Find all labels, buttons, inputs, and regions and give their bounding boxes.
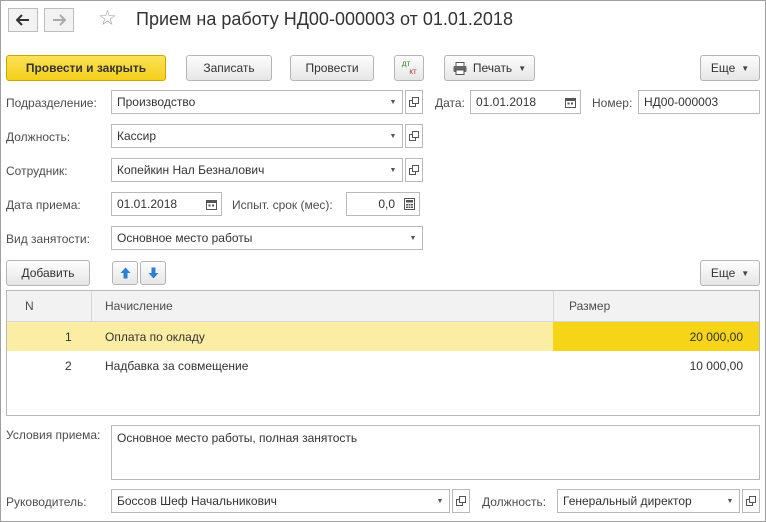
- column-divider: [553, 291, 554, 321]
- move-down-button[interactable]: [140, 261, 166, 285]
- arrow-down-icon: [148, 267, 158, 279]
- employment-select[interactable]: Основное место работы ▼: [111, 226, 423, 250]
- trial-label: Испыт. срок (мес):: [232, 198, 333, 212]
- date-label: Дата:: [435, 96, 465, 110]
- open-form-icon: [746, 496, 756, 506]
- post-button[interactable]: Провести: [290, 55, 374, 81]
- manager-label: Руководитель:: [6, 495, 87, 509]
- conditions-label: Условия приема:: [6, 428, 101, 442]
- manager-position-open-button[interactable]: [742, 489, 760, 513]
- open-form-icon: [409, 165, 419, 175]
- hire-date-value: 01.01.2018: [117, 197, 178, 211]
- employee-value: Копейкин Нал Безналович: [117, 163, 265, 177]
- manager-position-value: Генеральный директор: [563, 494, 692, 508]
- row-accrual: Оплата по окладу: [105, 330, 205, 344]
- table-more-button[interactable]: Еще ▼: [700, 260, 760, 286]
- table-row[interactable]: 1 Оплата по окладу 20 000,00: [7, 322, 759, 351]
- department-value: Производство: [117, 95, 196, 109]
- trial-field[interactable]: 0,0: [346, 192, 420, 216]
- date-field[interactable]: 01.01.2018: [470, 90, 581, 114]
- table-more-label: Еще: [710, 266, 736, 280]
- employee-open-button[interactable]: [405, 158, 423, 182]
- trial-value: 0,0: [378, 197, 395, 211]
- number-field[interactable]: НД00-000003: [638, 90, 760, 114]
- chevron-down-icon: ▼: [518, 63, 527, 73]
- department-open-button[interactable]: [405, 90, 423, 114]
- column-header-accrual[interactable]: Начисление: [105, 299, 173, 313]
- open-form-icon: [456, 496, 466, 506]
- employee-field[interactable]: Копейкин Нал Безналович ▼: [111, 158, 403, 182]
- column-divider: [91, 291, 92, 321]
- print-label: Печать: [472, 61, 513, 75]
- position-field[interactable]: Кассир ▼: [111, 124, 403, 148]
- position-value: Кассир: [117, 129, 157, 143]
- table-header: N Начисление Размер: [7, 291, 759, 322]
- calendar-icon[interactable]: [201, 193, 221, 215]
- employment-label: Вид занятости:: [6, 232, 90, 246]
- arrow-up-icon: [120, 267, 130, 279]
- calculator-icon[interactable]: [399, 193, 419, 215]
- row-amount: 20 000,00: [689, 330, 743, 344]
- table-row[interactable]: 2 Надбавка за совмещение 10 000,00: [7, 351, 759, 380]
- favorite-star-icon[interactable]: ☆: [98, 8, 117, 30]
- manager-field[interactable]: Боссов Шеф Начальникович ▼: [111, 489, 450, 513]
- chevron-down-icon[interactable]: ▼: [404, 227, 422, 249]
- move-up-button[interactable]: [112, 261, 138, 285]
- back-button[interactable]: [8, 8, 38, 32]
- accruals-table: N Начисление Размер 1 Оплата по окладу 2…: [6, 290, 760, 416]
- forward-button[interactable]: [44, 8, 74, 32]
- hire-date-label: Дата приема:: [6, 198, 81, 212]
- conditions-textarea[interactable]: Основное место работы, полная занятость: [111, 425, 760, 480]
- department-field[interactable]: Производство ▼: [111, 90, 403, 114]
- open-form-icon: [409, 97, 419, 107]
- column-header-amount[interactable]: Размер: [569, 299, 610, 313]
- chevron-down-icon[interactable]: ▼: [431, 490, 449, 512]
- number-label: Номер:: [592, 96, 633, 110]
- arrow-right-icon: [53, 14, 66, 26]
- hire-date-field[interactable]: 01.01.2018: [111, 192, 222, 216]
- open-form-icon: [409, 131, 419, 141]
- chevron-down-icon[interactable]: ▼: [384, 125, 402, 147]
- department-label: Подразделение:: [6, 96, 97, 110]
- date-value: 01.01.2018: [476, 95, 537, 109]
- arrow-left-icon: [16, 14, 29, 26]
- chevron-down-icon: ▼: [741, 268, 750, 278]
- manager-position-field[interactable]: Генеральный директор ▼: [557, 489, 740, 513]
- chevron-down-icon[interactable]: ▼: [721, 490, 739, 512]
- dt-kt-button[interactable]: дт кт: [394, 55, 424, 81]
- more-button[interactable]: Еще ▼: [700, 55, 760, 81]
- conditions-value: Основное место работы, полная занятость: [117, 431, 358, 445]
- page-title: Прием на работу НД00-000003 от 01.01.201…: [136, 9, 513, 29]
- save-button[interactable]: Записать: [186, 55, 272, 81]
- calendar-icon[interactable]: [560, 91, 580, 113]
- kt-label: кт: [409, 67, 417, 76]
- more-label: Еще: [710, 61, 736, 75]
- chevron-down-icon[interactable]: ▼: [384, 159, 402, 181]
- row-amount: 10 000,00: [689, 359, 743, 373]
- chevron-down-icon: ▼: [741, 63, 750, 73]
- manager-value: Боссов Шеф Начальникович: [117, 494, 277, 508]
- manager-open-button[interactable]: [452, 489, 470, 513]
- position-label: Должность:: [6, 130, 71, 144]
- row-accrual: Надбавка за совмещение: [105, 359, 249, 373]
- employment-value: Основное место работы: [117, 231, 253, 245]
- post-and-close-button[interactable]: Провести и закрыть: [6, 55, 166, 81]
- position-open-button[interactable]: [405, 124, 423, 148]
- row-number: 2: [65, 359, 72, 373]
- row-number: 1: [65, 330, 72, 344]
- add-row-button[interactable]: Добавить: [6, 260, 90, 286]
- number-value: НД00-000003: [644, 95, 719, 109]
- employee-label: Сотрудник:: [6, 164, 68, 178]
- printer-icon: [453, 61, 467, 75]
- column-header-n[interactable]: N: [25, 299, 34, 313]
- manager-position-label: Должность:: [482, 495, 547, 509]
- print-button[interactable]: Печать ▼: [444, 55, 535, 81]
- chevron-down-icon[interactable]: ▼: [384, 91, 402, 113]
